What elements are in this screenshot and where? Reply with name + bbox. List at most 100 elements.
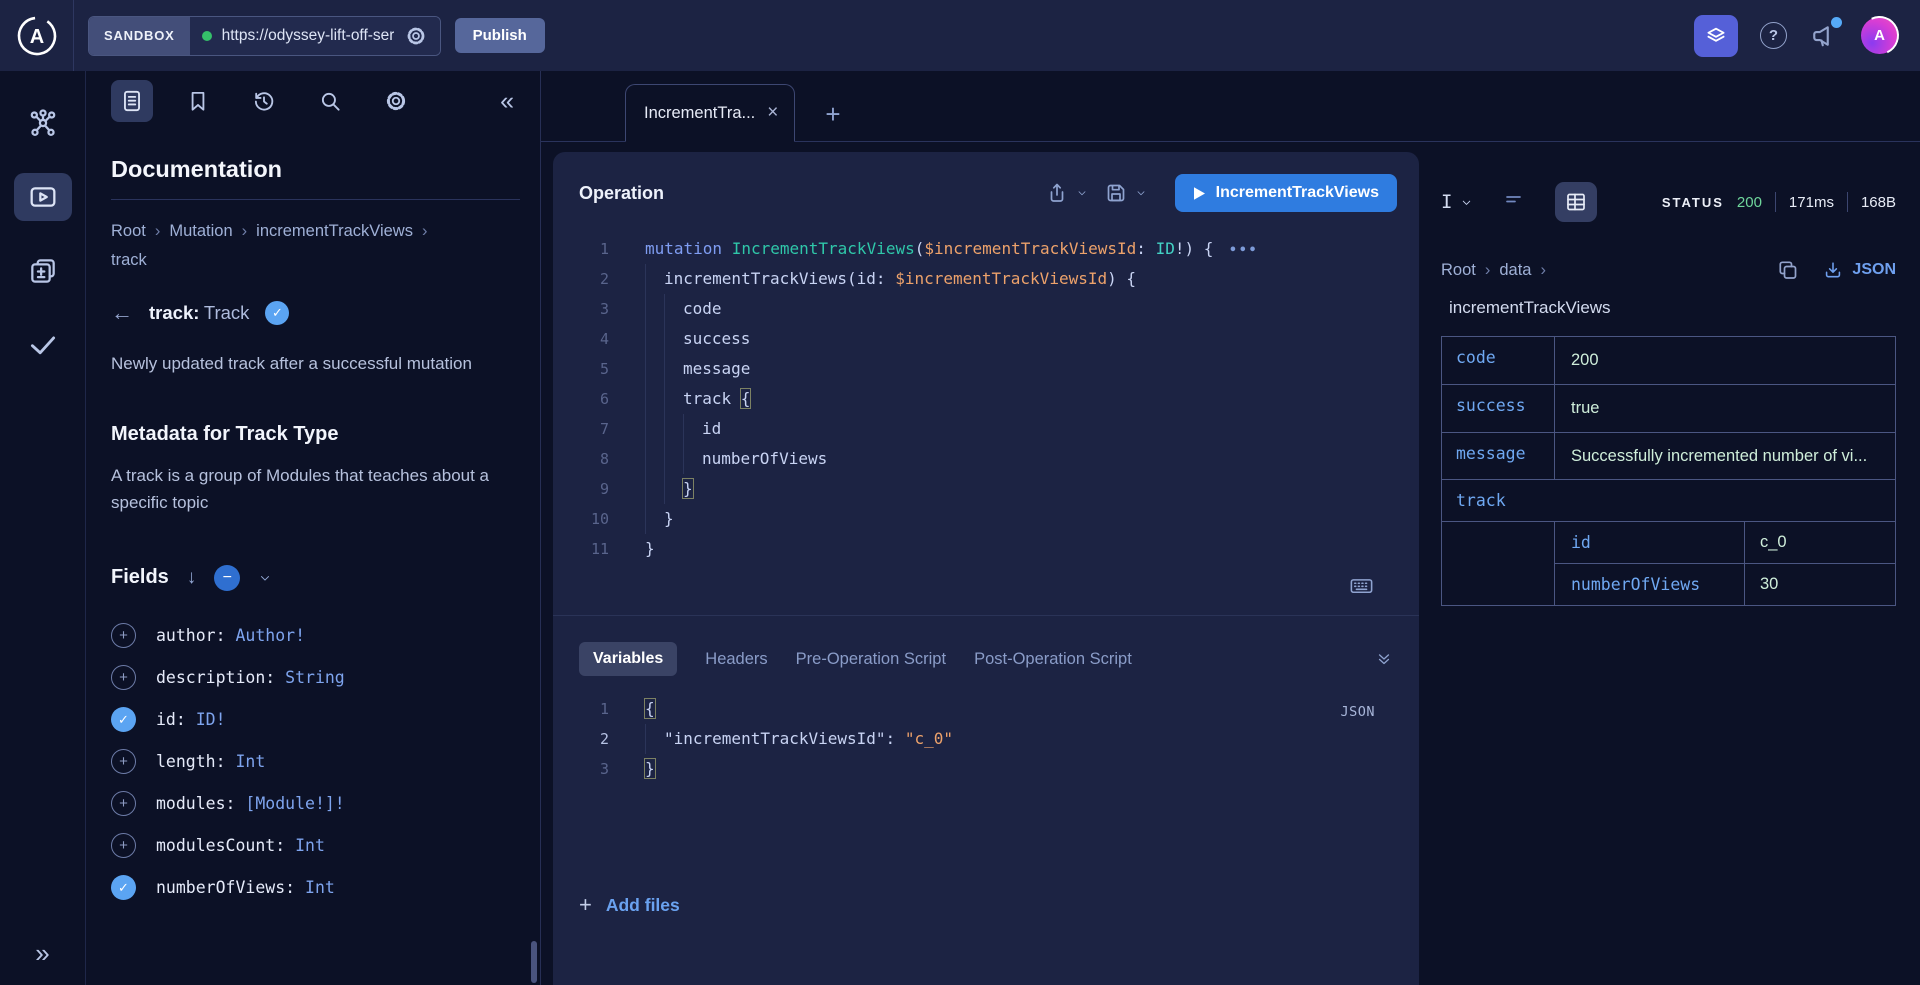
breadcrumb-separator-icon: › [242, 222, 248, 241]
code-token: code [683, 299, 722, 318]
response-cursor-mode-button[interactable]: I [1441, 191, 1473, 213]
field-item[interactable]: +description: String [111, 657, 520, 699]
share-operation-button[interactable] [1045, 181, 1088, 205]
selected-field-type[interactable]: Track [204, 302, 250, 323]
rail-item-schema[interactable] [14, 99, 72, 147]
field-checked-icon[interactable]: ✓ [111, 875, 136, 900]
field-item[interactable]: + author: Author! [111, 615, 520, 657]
table-row[interactable]: success true [1442, 385, 1895, 433]
code-token: id [702, 419, 721, 438]
tab-headers[interactable]: Headers [705, 650, 767, 669]
field-item[interactable]: +modulesCount: Int [111, 825, 520, 867]
field-selected-check-icon[interactable]: ✓ [265, 301, 289, 325]
operation-editor[interactable]: 1mutation IncrementTrackViews($increment… [553, 234, 1419, 564]
announcements-button[interactable] [1809, 21, 1839, 51]
breadcrumb-item[interactable]: Root [1441, 261, 1476, 280]
field-label: author: Author! [156, 626, 305, 645]
endpoint-settings-gear-icon[interactable] [404, 24, 428, 48]
sandbox-cube-button[interactable] [1694, 15, 1738, 57]
line-number: 9 [553, 474, 609, 504]
response-status-group: STATUS 200 171ms 168B [1662, 192, 1896, 212]
run-operation-button[interactable]: IncrementTrackViews [1175, 174, 1397, 212]
field-add-icon[interactable]: + [111, 665, 136, 690]
row-key: success [1442, 385, 1555, 432]
operation-tab[interactable]: IncrementTra... × [625, 84, 795, 142]
help-button[interactable]: ? [1760, 22, 1787, 49]
field-item[interactable]: ✓id: ID! [111, 699, 520, 741]
tab-post-operation-script[interactable]: Post-Operation Script [974, 650, 1132, 669]
field-item[interactable]: +modules: [Module!]! [111, 783, 520, 825]
code-text: code [683, 294, 722, 324]
field-item[interactable]: +length: Int [111, 741, 520, 783]
row-value: 200 [1555, 337, 1895, 384]
avatar[interactable]: A [1861, 17, 1898, 54]
field-add-icon[interactable]: + [111, 791, 136, 816]
indent-guide [645, 324, 664, 354]
breadcrumb-item[interactable]: Root [111, 222, 146, 241]
field-checked-icon[interactable]: ✓ [111, 707, 136, 732]
indent-guide [664, 414, 683, 444]
publish-button[interactable]: Publish [455, 18, 545, 53]
fields-heading: Fields [111, 566, 169, 589]
breadcrumb-item[interactable]: incrementTrackViews [256, 222, 413, 241]
new-tab-button[interactable]: + [825, 101, 840, 127]
tab-variables[interactable]: Variables [579, 642, 677, 676]
field-add-icon[interactable]: + [111, 749, 136, 774]
row-key: track [1442, 480, 1895, 521]
chevron-down-icon [1460, 196, 1473, 209]
table-row[interactable]: track [1442, 480, 1895, 522]
field-add-icon[interactable]: + [111, 623, 136, 648]
doc-tool-documentation[interactable] [111, 80, 153, 122]
line-number: 3 [553, 294, 609, 324]
breadcrumb-item[interactable]: track [111, 251, 147, 270]
rail-expand-button[interactable]: » [0, 938, 85, 969]
table-row[interactable]: id c_0 [1555, 522, 1895, 564]
field-add-icon[interactable]: + [111, 833, 136, 858]
row-key: id [1555, 522, 1745, 563]
code-token: message [683, 359, 750, 378]
notification-dot [1831, 17, 1842, 28]
sort-down-icon[interactable]: ↓ [187, 567, 197, 589]
doc-tool-history[interactable] [243, 80, 285, 122]
doc-tool-search[interactable] [309, 80, 351, 122]
code-token: IncrementTrackViews [732, 239, 915, 258]
line-number: 5 [553, 354, 609, 384]
code-line: 5 message [553, 354, 1419, 384]
expand-ellipsis-icon[interactable]: ••• [1229, 243, 1258, 258]
code-line: 1mutation IncrementTrackViews($increment… [553, 234, 1419, 264]
save-operation-button[interactable] [1104, 181, 1147, 205]
tab-pre-operation-script[interactable]: Pre-Operation Script [796, 650, 946, 669]
breadcrumb-item[interactable]: data [1499, 261, 1531, 280]
table-row[interactable]: numberOfViews 30 [1555, 564, 1895, 605]
table-row[interactable]: message Successfully incremented number … [1442, 433, 1895, 481]
response-tree-view-button[interactable] [1493, 182, 1535, 222]
deselect-all-button[interactable]: − [214, 565, 240, 591]
close-tab-icon[interactable]: × [767, 102, 778, 124]
copy-icon[interactable] [1776, 258, 1800, 282]
endpoint-url-field[interactable]: https://odyssey-lift-off-serv [190, 17, 440, 55]
doc-scrollbar[interactable] [531, 941, 537, 983]
response-table-view-button[interactable] [1555, 182, 1597, 222]
download-icon [1822, 259, 1844, 281]
keyboard-shortcuts-icon[interactable] [1348, 572, 1375, 599]
back-arrow-icon[interactable]: ← [111, 300, 133, 326]
download-json-button[interactable]: JSON [1822, 259, 1896, 281]
line-number: 7 [553, 414, 609, 444]
collapse-panel-button[interactable]: « [500, 87, 520, 116]
add-files-button[interactable]: + Add files [579, 892, 1419, 918]
doc-tool-settings[interactable] [375, 80, 417, 122]
endpoint-url[interactable]: https://odyssey-lift-off-serv [222, 27, 394, 45]
table-row[interactable]: code 200 [1442, 337, 1895, 385]
variables-editor[interactable]: 1{2"incrementTrackViewsId": "c_0"3} [553, 694, 1419, 784]
breadcrumb-item[interactable]: Mutation [169, 222, 232, 241]
rail-item-checks[interactable] [14, 247, 72, 295]
chevron-down-icon[interactable] [258, 571, 272, 585]
collapse-variables-button[interactable] [1375, 650, 1393, 668]
response-root-field[interactable]: incrementTrackViews [1441, 298, 1896, 318]
rail-item-done[interactable] [14, 321, 72, 369]
field-item[interactable]: ✓numberOfViews: Int [111, 867, 520, 909]
indent-guide [645, 354, 664, 384]
doc-tool-bookmarks[interactable] [177, 80, 219, 122]
rail-item-explorer[interactable] [14, 173, 72, 221]
apollo-logo[interactable]: A [0, 13, 73, 59]
